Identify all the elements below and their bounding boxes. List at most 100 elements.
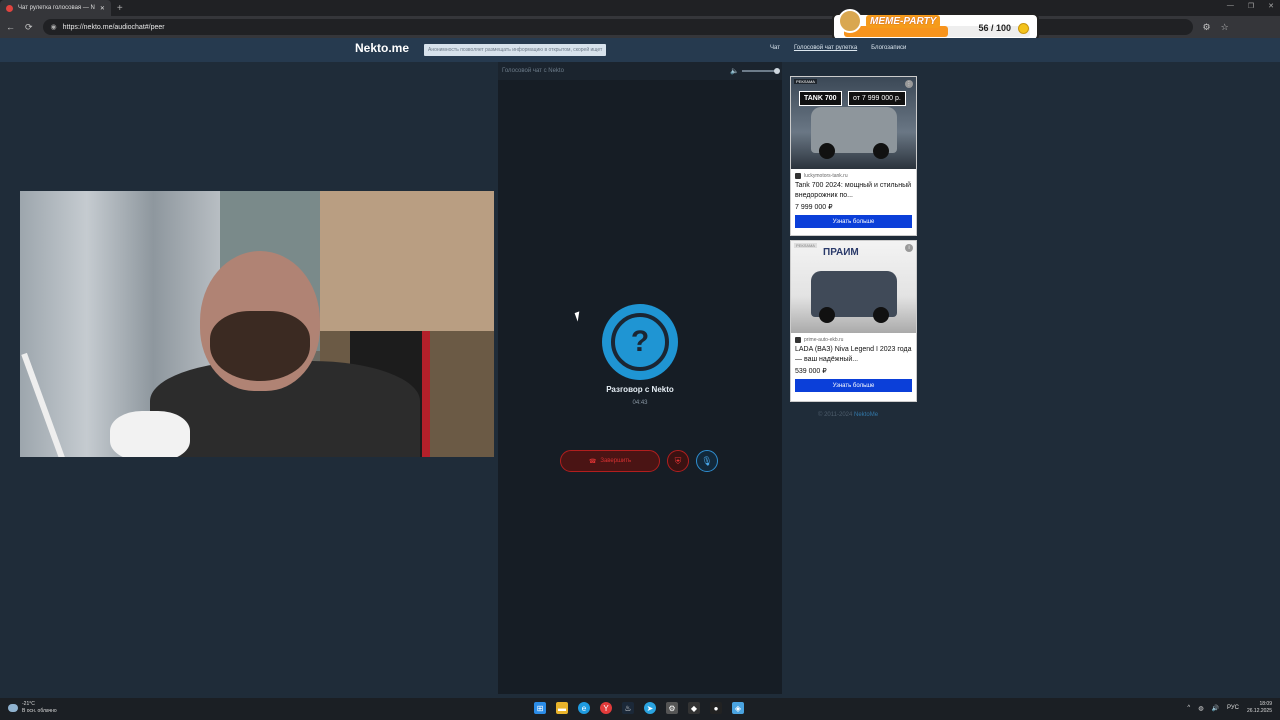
tab-favicon-icon (6, 4, 13, 12)
ad-label: РЕКЛАМА (794, 79, 817, 84)
ad-badge-model: TANK 700 (799, 91, 842, 106)
window-controls: — ❐ ✕ (1227, 2, 1274, 10)
minimize-button[interactable]: — (1227, 2, 1234, 10)
ad-domain-text: prime-auto-ekb.ru (804, 337, 844, 343)
meme-party-overlay: MEME-PARTY 56 / 100 (832, 9, 1039, 41)
nav-voice-chat[interactable]: Голосовой чат рулетка (794, 45, 857, 51)
ad-image[interactable]: РЕКЛАМА i ПРАИМ (791, 241, 916, 333)
webcam-person-beard (210, 311, 310, 381)
question-mark-icon: ? (611, 313, 669, 371)
ad-brand-logo: ПРАИМ (823, 247, 859, 258)
tab-close-icon[interactable]: ✕ (100, 5, 105, 12)
browser-tab[interactable]: Чат рулетка голосовая — N ✕ (0, 0, 111, 16)
meme-logo: MEME-PARTY (838, 9, 958, 33)
car-wheel (819, 143, 835, 159)
voice-chat-header: Голосовой чат с Nekto 🔈 (498, 62, 782, 80)
volume-slider[interactable] (742, 68, 780, 74)
car-wheel (873, 143, 889, 159)
unknown-user-avatar: ? (602, 304, 678, 380)
domain-favicon-icon (795, 173, 801, 179)
maximize-button[interactable]: ❐ (1248, 2, 1254, 10)
app-icon[interactable]: ◈ (732, 702, 744, 714)
ad-title[interactable]: LADA (ВАЗ) Niva Legend I 2023 года — ваш… (791, 345, 916, 365)
car-image (811, 271, 897, 323)
report-button[interactable]: ⛨ (667, 450, 689, 472)
ad-card[interactable]: РЕКЛАМА i ПРАИМ prime-auto-ekb.ru LADA (… (790, 240, 917, 402)
site-notice: Анонимность позволяет размещать информац… (424, 44, 607, 56)
copyright-link[interactable]: NektoMe (854, 412, 878, 418)
microphone-icon: 🎙 (701, 455, 713, 466)
ad-price: 7 999 000 ₽ (795, 204, 833, 211)
nav-chat[interactable]: Чат (770, 45, 780, 51)
telegram-icon[interactable]: ➤ (644, 702, 656, 714)
ad-title[interactable]: Tank 700 2024: мощный и стильный внедоро… (791, 181, 916, 201)
close-window-button[interactable]: ✕ (1268, 2, 1274, 10)
coin-icon (1018, 23, 1029, 34)
volume-knob[interactable] (774, 68, 780, 74)
car-wheel (819, 307, 835, 323)
copyright: © 2011-2024 NektoMe (818, 412, 878, 418)
browser-tab-bar: Чат рулетка голосовая — N ✕ + — ❐ ✕ (0, 0, 1280, 16)
speaker-icon[interactable]: 🔈 (730, 67, 739, 75)
steam-icon[interactable]: ♨ (622, 702, 634, 714)
browser-toolbar: ← ⟳ ◉ https://nekto.me/audiochat#/peer ⚙… (0, 16, 1280, 38)
site-nav: Чат Голосовой чат рулетка Блогозаписи (770, 45, 906, 51)
meme-title: MEME-PARTY (866, 14, 941, 28)
file-explorer-icon[interactable]: ▬ (556, 702, 568, 714)
mute-button[interactable]: 🎙 (696, 450, 718, 472)
clock-date: 26.12.2025 (1246, 708, 1272, 714)
weather-widget[interactable]: -21°C В осн. облачно (8, 701, 57, 715)
start-icon[interactable]: ⊞ (534, 702, 546, 714)
tab-title: Чат рулетка голосовая — N (18, 5, 95, 11)
site-info-icon[interactable]: ◉ (51, 23, 57, 31)
end-call-label: Завершить (600, 458, 632, 464)
ad-label: РЕКЛАМА (794, 243, 817, 248)
webcam-pop-filter (110, 411, 190, 457)
ad-domain-text: luckymotors-tank.ru (804, 173, 848, 179)
reload-button[interactable]: ⟳ (25, 22, 33, 33)
ad-learn-more-button[interactable]: Узнать больше (795, 379, 912, 392)
cloud-icon (8, 704, 18, 712)
system-tray: ^ ◍ 🔊 РУС 18:09 26.12.2025 (1187, 701, 1272, 715)
ad-card[interactable]: РЕКЛАМА ⋮ TANK 700 от 7 999 000 р. lucky… (790, 76, 917, 236)
edge-icon[interactable]: e (578, 702, 590, 714)
settings-icon[interactable]: ⚙ (666, 702, 678, 714)
car-wheel (873, 307, 889, 323)
tray-expand-icon[interactable]: ^ (1187, 705, 1190, 711)
end-call-button[interactable]: ☎ Завершить (560, 450, 660, 472)
ad-image[interactable]: РЕКЛАМА ⋮ TANK 700 от 7 999 000 р. (791, 77, 916, 169)
site-header: Nekto.me Анонимность позволяет размещать… (0, 38, 1280, 62)
conversation-timer: 04:43 (632, 400, 648, 406)
ad-domain: prime-auto-ekb.ru (791, 333, 916, 345)
nav-blog[interactable]: Блогозаписи (871, 45, 906, 51)
url-text: https://nekto.me/audiochat#/peer (62, 23, 165, 31)
doge-icon (838, 9, 862, 33)
back-button[interactable]: ← (6, 22, 15, 32)
webcam-feed (20, 191, 494, 457)
taskbar-apps: ⊞ ▬ e Y ♨ ➤ ⚙ ◆ ● ◈ (534, 702, 744, 714)
extensions-icon[interactable]: ⚙ (1203, 22, 1211, 33)
shield-icon: ⛨ (674, 455, 682, 466)
app-icon[interactable]: ◆ (688, 702, 700, 714)
network-icon[interactable]: ◍ (1198, 705, 1203, 712)
volume-icon[interactable]: 🔊 (1211, 705, 1218, 712)
weather-temp: -21°C (22, 701, 35, 707)
ad-domain: luckymotors-tank.ru (791, 169, 916, 181)
system-clock[interactable]: 18:09 26.12.2025 (1247, 701, 1272, 715)
site-logo[interactable]: Nekto.me (355, 41, 409, 55)
meme-progress-count: 56 / 100 (978, 23, 1011, 33)
ad-info-icon[interactable]: i (905, 244, 913, 252)
clock-time: 18:09 (1259, 701, 1272, 707)
ad-badge-price: от 7 999 000 р. (848, 91, 906, 106)
language-indicator[interactable]: РУС (1227, 705, 1239, 711)
star-icon[interactable]: ☆ (1221, 22, 1229, 33)
ad-learn-more-button[interactable]: Узнать больше (795, 215, 912, 228)
yandex-browser-icon[interactable]: Y (600, 702, 612, 714)
new-tab-button[interactable]: + (117, 3, 123, 14)
car-image (811, 107, 897, 159)
domain-favicon-icon (795, 337, 801, 343)
volume-control[interactable]: 🔈 (730, 67, 780, 75)
obs-icon[interactable]: ● (710, 702, 722, 714)
ad-menu-icon[interactable]: ⋮ (905, 80, 913, 88)
hangup-icon: ☎ (588, 458, 597, 465)
